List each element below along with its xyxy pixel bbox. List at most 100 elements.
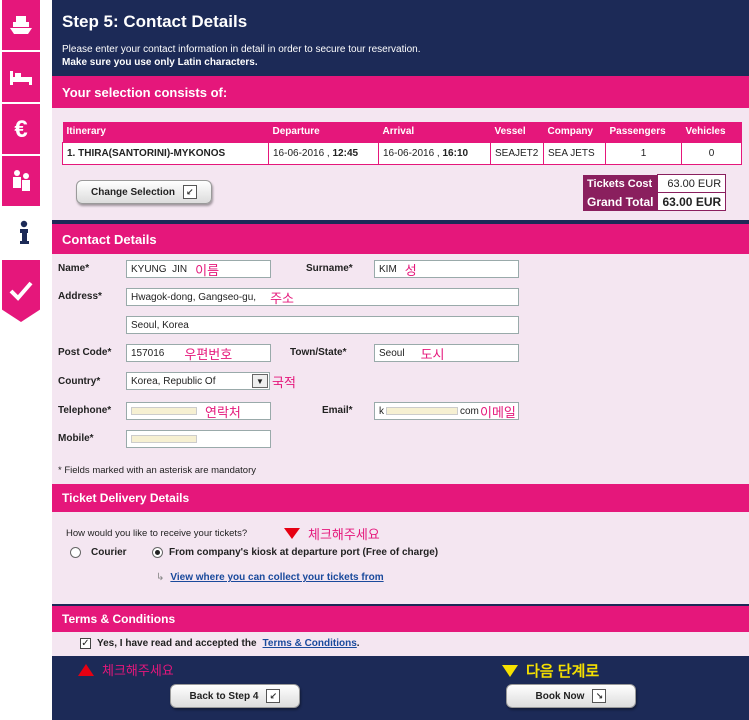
telephone-hint: 연락처 xyxy=(205,404,241,420)
triangle-down-icon xyxy=(502,664,518,677)
telephone-field[interactable]: 연락처 xyxy=(126,402,271,420)
mobile-field[interactable] xyxy=(126,430,271,448)
chevron-down-icon[interactable]: ▼ xyxy=(252,374,268,388)
svg-text:€: € xyxy=(14,116,27,143)
intro-warning: Make sure you use only Latin characters. xyxy=(62,57,258,68)
itinerary-table: Itinerary Departure Arrival Vessel Compa… xyxy=(62,122,742,165)
sidebar-tab-hotels[interactable] xyxy=(2,52,40,102)
contact-panel: Name* KYUNG JIN 이름 Surname* KIM 성 Addres… xyxy=(52,254,749,484)
address-line2-field[interactable]: Seoul, Korea xyxy=(126,316,519,334)
sidebar: € xyxy=(0,0,52,720)
delivery-heading-text: Ticket Delivery Details xyxy=(62,491,190,505)
selection-heading: Your selection consists of: xyxy=(52,76,749,108)
surname-label: Surname* xyxy=(306,263,353,274)
ship-icon xyxy=(10,16,32,34)
column-header: Itinerary xyxy=(62,122,269,142)
sidebar-tab-passengers[interactable] xyxy=(2,156,40,206)
contact-heading: Contact Details xyxy=(52,224,749,254)
grand-total-label: Grand Total xyxy=(583,192,658,211)
back-button-label: Back to Step 4 xyxy=(189,690,259,702)
column-header: Company xyxy=(543,122,606,142)
redacted-mobile xyxy=(131,435,197,443)
sidebar-tab-contact[interactable] xyxy=(0,208,52,258)
courier-option[interactable]: Courier xyxy=(70,547,127,558)
back-to-step4-button[interactable]: Back to Step 4 ↙ xyxy=(170,684,300,708)
book-now-button[interactable]: Book Now ↘ xyxy=(506,684,636,708)
selection-heading-text: Your selection consists of: xyxy=(62,84,228,100)
telephone-label: Telephone* xyxy=(58,405,112,416)
sidebar-tab-ferries[interactable] xyxy=(2,0,40,50)
intro-text: Please enter your contact information in… xyxy=(62,44,421,55)
delivery-check-hint: 체크해주세요 xyxy=(284,524,380,543)
email-suffix: com xyxy=(460,405,479,417)
town-hint: 도시 xyxy=(420,346,445,362)
courier-radio[interactable] xyxy=(70,547,81,558)
town-field[interactable]: Seoul 도시 xyxy=(374,344,519,362)
view-collect-link[interactable]: View where you can collect your tickets … xyxy=(170,572,383,583)
page-intro: Please enter your contact information in… xyxy=(62,43,421,69)
column-header: Vehicles xyxy=(681,122,742,142)
vessel-cell: SEAJET2 xyxy=(490,141,544,165)
grand-total-value: 63.00 EUR xyxy=(657,192,727,211)
email-label: Email* xyxy=(322,405,353,416)
edit-icon: ↙ xyxy=(266,689,281,703)
address-line1-field[interactable]: Hwagok-dong, Gangseo-gu, 주소 xyxy=(126,288,519,306)
selection-panel: Itinerary Departure Arrival Vessel Compa… xyxy=(52,108,749,220)
country-select[interactable]: Korea, Republic Of ▼ xyxy=(126,372,270,390)
terms-heading-text: Terms & Conditions xyxy=(62,612,176,626)
town-value: Seoul xyxy=(379,347,405,359)
redacted-telephone xyxy=(131,407,197,415)
edit-icon: ↙ xyxy=(182,185,197,199)
postcode-field[interactable]: 157016 우편번호 xyxy=(126,344,271,362)
name-value: KYUNG JIN xyxy=(131,263,188,275)
view-collect-row: ↳ View where you can collect your ticket… xyxy=(156,572,384,583)
arrival-date: 16-06-2016 , xyxy=(383,147,440,159)
postcode-label: Post Code* xyxy=(58,347,112,358)
surname-field[interactable]: KIM 성 xyxy=(374,260,519,278)
column-header: Departure xyxy=(268,122,379,142)
terms-suffix: . xyxy=(356,638,360,649)
column-header: Arrival xyxy=(378,122,491,142)
mobile-label: Mobile* xyxy=(58,433,94,444)
mandatory-note: * Fields marked with an asterisk are man… xyxy=(58,465,256,476)
redacted-email xyxy=(386,407,458,415)
address-line1-value: Hwagok-dong, Gangseo-gu, xyxy=(131,291,257,303)
arrival-cell: 16-06-2016 , 16:10 xyxy=(378,141,491,165)
corner-arrow-icon: ↳ xyxy=(156,572,165,583)
change-selection-button[interactable]: Change Selection ↙ xyxy=(76,180,212,204)
vehicles-cell: 0 xyxy=(681,141,742,165)
name-hint: 이름 xyxy=(195,262,220,278)
footer-check-hint-text: 체크해주세요 xyxy=(102,663,174,678)
kiosk-label: From company's kiosk at departure port (… xyxy=(169,547,439,558)
book-button-label: Book Now xyxy=(535,690,585,702)
name-field[interactable]: KYUNG JIN 이름 xyxy=(126,260,271,278)
info-icon xyxy=(20,220,29,244)
country-hint: 국적 xyxy=(272,375,296,390)
country-value: Korea, Republic Of xyxy=(131,375,216,387)
email-hint: 이메일 xyxy=(480,405,516,420)
delivery-question: How would you like to receive your ticke… xyxy=(66,528,248,539)
terms-prefix: Yes, I have read and accepted the xyxy=(97,638,257,649)
tickets-cost-value: 63.00 EUR xyxy=(657,174,727,193)
cost-summary: Tickets Cost 63.00 EUR Grand Total 63.00… xyxy=(583,174,727,211)
company-cell: SEA JETS xyxy=(543,141,606,165)
surname-value: KIM xyxy=(379,263,397,275)
column-header: Vessel xyxy=(490,122,544,142)
sidebar-tab-payment[interactable]: € xyxy=(2,104,40,154)
email-prefix: k xyxy=(379,405,384,417)
terms-link[interactable]: Terms & Conditions xyxy=(263,638,357,649)
address-label: Address* xyxy=(58,291,102,302)
town-label: Town/State* xyxy=(290,347,347,358)
terms-checkbox[interactable]: ✓ xyxy=(80,638,91,649)
delivery-hint-text: 체크해주세요 xyxy=(308,527,380,542)
kiosk-radio[interactable] xyxy=(152,547,163,558)
sidebar-tab-confirm[interactable] xyxy=(2,260,40,322)
terms-panel: ✓ Yes, I have read and accepted the Term… xyxy=(52,632,749,656)
kiosk-option[interactable]: From company's kiosk at departure port (… xyxy=(152,547,438,558)
name-label: Name* xyxy=(58,263,90,274)
passengers-cell: 1 xyxy=(605,141,682,165)
postcode-value: 157016 xyxy=(131,347,165,359)
arrival-time: 16:10 xyxy=(442,147,469,159)
delivery-heading: Ticket Delivery Details xyxy=(52,484,749,512)
main-panel: Step 5: Contact Details Please enter you… xyxy=(52,0,749,720)
